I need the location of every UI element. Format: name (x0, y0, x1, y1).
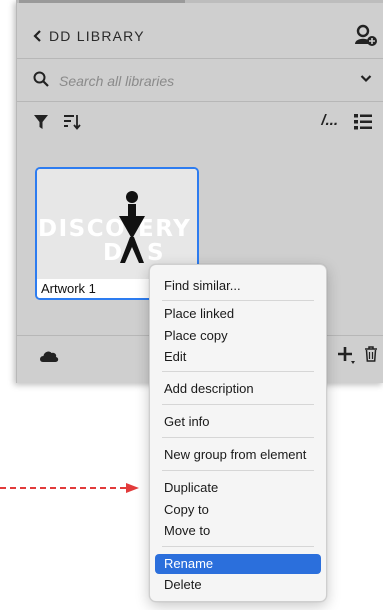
menu-item-rename[interactable]: Rename (155, 554, 321, 574)
chevron-left-icon (33, 30, 41, 42)
library-name: DD LIBRARY (49, 28, 145, 44)
search-icon (33, 71, 49, 87)
menu-separator (162, 371, 314, 372)
add-user-icon[interactable] (352, 22, 378, 48)
list-view-icon[interactable] (354, 114, 372, 130)
cloud-icon[interactable] (39, 350, 59, 363)
path-label[interactable]: /... (321, 112, 338, 129)
search-input[interactable] (59, 71, 309, 91)
menu-item-place-linked[interactable]: Place linked (155, 304, 321, 324)
divider (17, 101, 383, 102)
divider (17, 58, 383, 59)
menu-item-add-description[interactable]: Add description (155, 379, 321, 399)
menu-item-new-group[interactable]: New group from element (155, 445, 321, 465)
sort-icon[interactable] (63, 114, 81, 130)
menu-item-duplicate[interactable]: Duplicate (155, 478, 321, 498)
trash-icon[interactable] (364, 346, 378, 362)
menu-item-place-copy[interactable]: Place copy (155, 326, 321, 346)
menu-item-copy-to[interactable]: Copy to (155, 500, 321, 520)
panel-top-edge (17, 0, 383, 3)
menu-separator (162, 404, 314, 405)
menu-item-move-to[interactable]: Move to (155, 521, 321, 541)
plus-icon[interactable] (336, 345, 356, 365)
menu-item-edit[interactable]: Edit (155, 347, 321, 367)
menu-separator (162, 437, 314, 438)
artwork-thumbnail: DISCO ERY D S (37, 169, 197, 279)
menu-separator (162, 300, 314, 301)
menu-separator (162, 546, 314, 547)
search-bar (17, 62, 383, 98)
svg-text:ERY: ERY (138, 216, 191, 242)
panel-header: DD LIBRARY (17, 22, 383, 52)
active-tab-indicator (19, 0, 185, 3)
svg-text:S: S (147, 240, 165, 266)
menu-item-get-info[interactable]: Get info (155, 412, 321, 432)
svg-text:DISCO: DISCO (38, 216, 126, 242)
annotation-arrow (0, 483, 139, 493)
menu-item-delete[interactable]: Delete (155, 575, 321, 595)
chevron-down-icon[interactable] (360, 74, 372, 83)
library-toolbar: /... (17, 108, 383, 138)
menu-separator (162, 470, 314, 471)
menu-item-find-similar[interactable]: Find similar... (155, 276, 321, 296)
context-menu: Find similar... Place linked Place copy … (149, 264, 327, 602)
discovery-days-logo: DISCO ERY D S (38, 191, 191, 266)
filter-icon[interactable] (33, 114, 49, 130)
back-to-library-button[interactable]: DD LIBRARY (33, 28, 145, 44)
